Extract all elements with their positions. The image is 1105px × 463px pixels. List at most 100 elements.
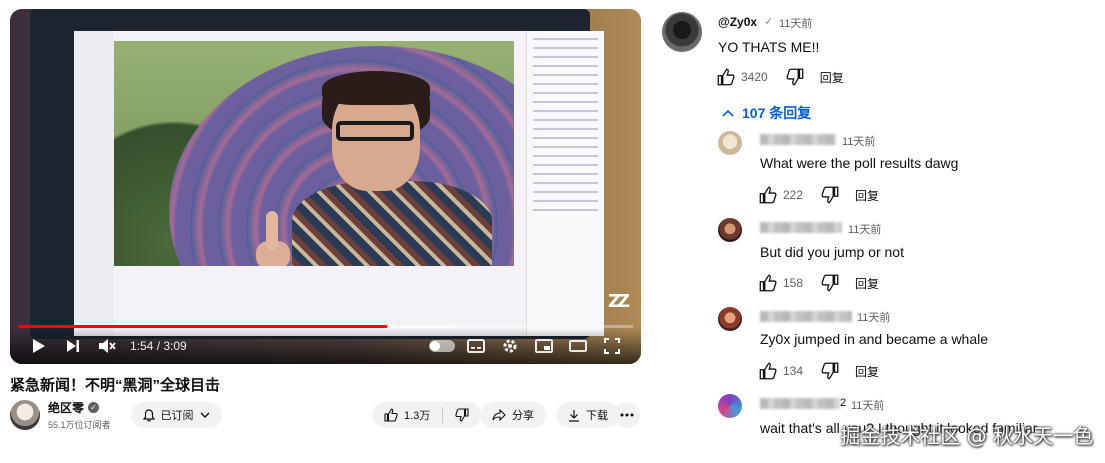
video-title: 紧急新闻！不明“黑洞”全球目击 (10, 377, 221, 394)
chevron-down-icon (200, 412, 210, 418)
comment-reply-button[interactable]: 回复 (820, 69, 844, 86)
comment-dislike-button[interactable] (819, 272, 841, 294)
subscribe-label: 已订阅 (160, 410, 194, 422)
more-actions-button[interactable] (614, 402, 640, 428)
comment-like-count: 158 (783, 276, 804, 290)
subscriber-count: 55.1万位订阅者 (48, 420, 111, 430)
blurred-author-name (760, 222, 842, 233)
channel-avatar[interactable] (10, 400, 40, 430)
like-button[interactable]: 1.3万 (372, 402, 442, 428)
thumbs-down-icon (821, 186, 839, 204)
subscribe-button[interactable]: 已订阅 (130, 402, 222, 428)
like-dislike-group: 1.3万 (372, 402, 482, 428)
more-horizontal-icon (620, 413, 634, 417)
verified-icon: ✓ (88, 402, 100, 413)
blurred-author-name (760, 134, 836, 145)
share-button[interactable]: 分享 (480, 402, 546, 428)
share-icon (492, 409, 506, 421)
comment-author[interactable]: @Zy0x (718, 15, 757, 29)
theater-mode-button[interactable] (561, 331, 595, 361)
stream-chat (526, 31, 604, 336)
avatar[interactable] (718, 307, 742, 331)
comment-dislike-button[interactable] (784, 66, 806, 88)
play-button[interactable] (22, 331, 56, 361)
site-watermark: 掘金技术社区 @ 秋水天一色 (840, 424, 1093, 448)
fullscreen-icon (604, 338, 620, 354)
thumbs-up-icon (759, 186, 777, 204)
thumbs-up-icon (384, 408, 398, 422)
thumbs-up-icon (717, 68, 735, 86)
gear-icon (503, 339, 517, 353)
comment-actions: 3420 回复 (715, 66, 844, 88)
comment-reply-button[interactable]: 回复 (855, 275, 879, 292)
comment-actions: 222 回复 (757, 184, 879, 206)
comment-time[interactable]: 11天前 (857, 309, 890, 325)
comment-reply-button[interactable]: 回复 (855, 363, 879, 380)
replies-count-label: 107 条回复 (742, 105, 812, 121)
comment-text: What were the poll results dawg (760, 155, 959, 171)
comment-time[interactable]: 11天前 (851, 397, 884, 413)
blurred-author-name (760, 311, 852, 322)
verified-check-icon: ✓ (764, 16, 774, 28)
avatar[interactable] (718, 394, 742, 418)
download-label: 下载 (586, 410, 608, 422)
autoplay-toggle[interactable] (425, 331, 459, 361)
thumbs-down-icon (821, 362, 839, 380)
download-icon (569, 409, 579, 422)
comment-dislike-button[interactable] (819, 360, 841, 382)
theater-icon (569, 340, 587, 352)
avatar[interactable] (718, 131, 742, 155)
channel-watermark-logo: ZZ (608, 291, 630, 312)
subtitles-button[interactable] (459, 331, 493, 361)
channel-name[interactable]: 绝区零 (48, 399, 84, 416)
skip-next-icon (67, 340, 79, 352)
download-button[interactable]: 下载 (556, 402, 620, 428)
dislike-button[interactable] (443, 402, 481, 428)
replies-toggle[interactable]: 107 条回复 (722, 103, 811, 123)
comment-time[interactable]: 11天前 (842, 133, 875, 149)
video-frame (10, 9, 641, 364)
thumbs-up-icon (759, 362, 777, 380)
comment-like-button[interactable] (757, 360, 779, 382)
comments-panel: @Zy0x ✓ 11天前 YO THATS ME!! 3420 回复 107 条… (660, 0, 1105, 463)
settings-button[interactable] (493, 331, 527, 361)
miniplayer-button[interactable] (527, 331, 561, 361)
next-button[interactable] (56, 331, 90, 361)
miniplayer-icon (535, 339, 553, 353)
captions-icon (467, 339, 485, 353)
player-controls: 1:54 / 3:09 (10, 328, 641, 364)
thumbs-down-icon (786, 68, 804, 86)
comment-actions: 158 回复 (757, 272, 879, 294)
comment-time[interactable]: 11天前 (779, 15, 812, 31)
blurred-author-name (760, 398, 840, 409)
comment-like-count: 134 (783, 364, 804, 378)
volume-muted-icon (99, 339, 116, 353)
comment-like-button[interactable] (715, 66, 737, 88)
mute-button[interactable] (90, 331, 124, 361)
fullscreen-button[interactable] (595, 331, 629, 361)
avatar[interactable] (662, 12, 702, 52)
comment-like-count: 3420 (741, 70, 768, 84)
bell-icon (142, 408, 155, 422)
avatar[interactable] (718, 218, 742, 242)
like-count: 1.3万 (404, 410, 431, 422)
comment-like-button[interactable] (757, 272, 779, 294)
thumbs-up-icon (759, 274, 777, 292)
stream-view (114, 41, 514, 266)
play-icon (33, 339, 45, 353)
toggle-icon (429, 340, 455, 352)
comment-reply-button[interactable]: 回复 (855, 187, 879, 204)
thumbs-down-icon (455, 408, 469, 422)
comment-like-button[interactable] (757, 184, 779, 206)
video-player[interactable]: ZZ 1:54 / 3:09 (10, 9, 641, 364)
comment-text: Zy0x jumped in and became a whale (760, 331, 989, 347)
comment-dislike-button[interactable] (819, 184, 841, 206)
channel-row: 绝区零 ✓ 55.1万位订阅者 已订阅 1.3万 分享 下载 (10, 398, 641, 432)
author-name-suffix: 2 (840, 397, 847, 409)
comment-text: YO THATS ME!! (718, 39, 820, 55)
comment-time[interactable]: 11天前 (848, 221, 881, 237)
time-display: 1:54 / 3:09 (130, 339, 187, 353)
comment-like-count: 222 (783, 188, 804, 202)
chevron-up-icon (722, 109, 734, 117)
monitor-in-video (30, 9, 604, 339)
